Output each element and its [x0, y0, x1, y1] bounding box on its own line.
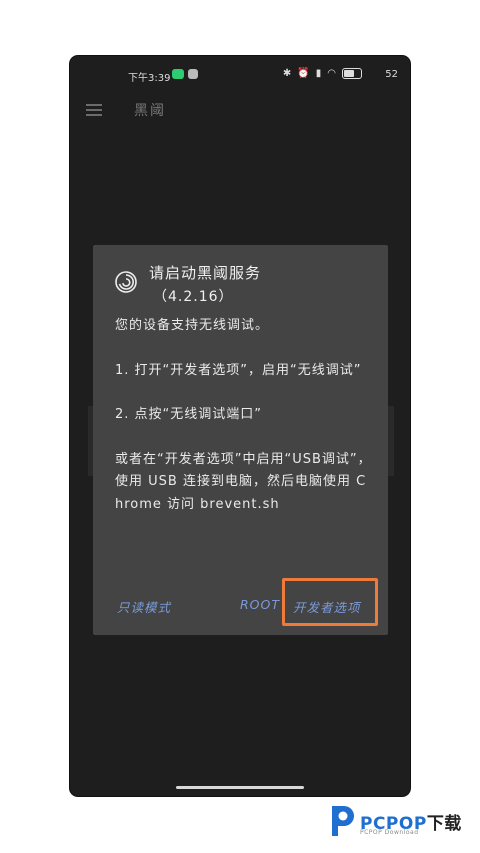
- dialog-version: （4.2.16）: [153, 289, 234, 305]
- battery-icon: [342, 68, 362, 79]
- watermark-brand-suffix: 下载: [426, 814, 462, 834]
- status-time: 下午3:39: [128, 73, 171, 84]
- dialog-paragraph: 2. 点按“无线调试端口”: [115, 407, 263, 422]
- watermark: PCPOP下载 PCPOP Download: [326, 802, 476, 842]
- alarm-icon: ⏰: [297, 68, 310, 79]
- notification-icon: [172, 69, 184, 79]
- phone-screen: 下午3:39 ✱ ⏰ ▮ ◠ 52 黑阈 请启动黑阈服务 （4.2.16） 您的…: [70, 56, 410, 796]
- status-icons: ✱ ⏰ ▮ ◠: [283, 68, 362, 79]
- app-notification-icon: [188, 69, 198, 79]
- battery-level: 52: [385, 69, 398, 80]
- home-indicator[interactable]: [176, 786, 304, 789]
- wifi-icon: ◠: [327, 68, 336, 79]
- menu-icon[interactable]: [86, 104, 102, 116]
- status-bar: 下午3:39 ✱ ⏰ ▮ ◠ 52: [70, 66, 410, 86]
- pcpop-logo-icon: [332, 806, 354, 836]
- dialog-paragraph: 1. 打开“开发者选项”，启用“无线调试”: [115, 362, 362, 378]
- dialog-title: 请启动黑阈服务: [149, 264, 262, 282]
- dialog-paragraph: 或者在“开发者选项”中启用“USB调试”，使用 USB 连接到电脑，然后电脑使用…: [115, 451, 372, 512]
- app-bar: 黑阈: [70, 96, 410, 126]
- highlight-box: [282, 578, 378, 626]
- root-button[interactable]: ROOT: [240, 597, 280, 612]
- app-title: 黑阈: [134, 103, 166, 119]
- readonly-mode-button[interactable]: 只读模式: [117, 597, 171, 616]
- brevent-logo-icon: [115, 271, 137, 293]
- watermark-subtitle: PCPOP Download: [360, 829, 419, 836]
- dialog-body: 您的设备支持无线调试。 1. 打开“开发者选项”，启用“无线调试” 2. 点按“…: [115, 315, 375, 538]
- dialog-paragraph: 您的设备支持无线调试。: [115, 318, 270, 333]
- start-service-dialog: 请启动黑阈服务 （4.2.16） 您的设备支持无线调试。 1. 打开“开发者选项…: [93, 245, 388, 635]
- bluetooth-icon: ✱: [282, 68, 292, 79]
- signal-icon: ▮: [315, 68, 322, 79]
